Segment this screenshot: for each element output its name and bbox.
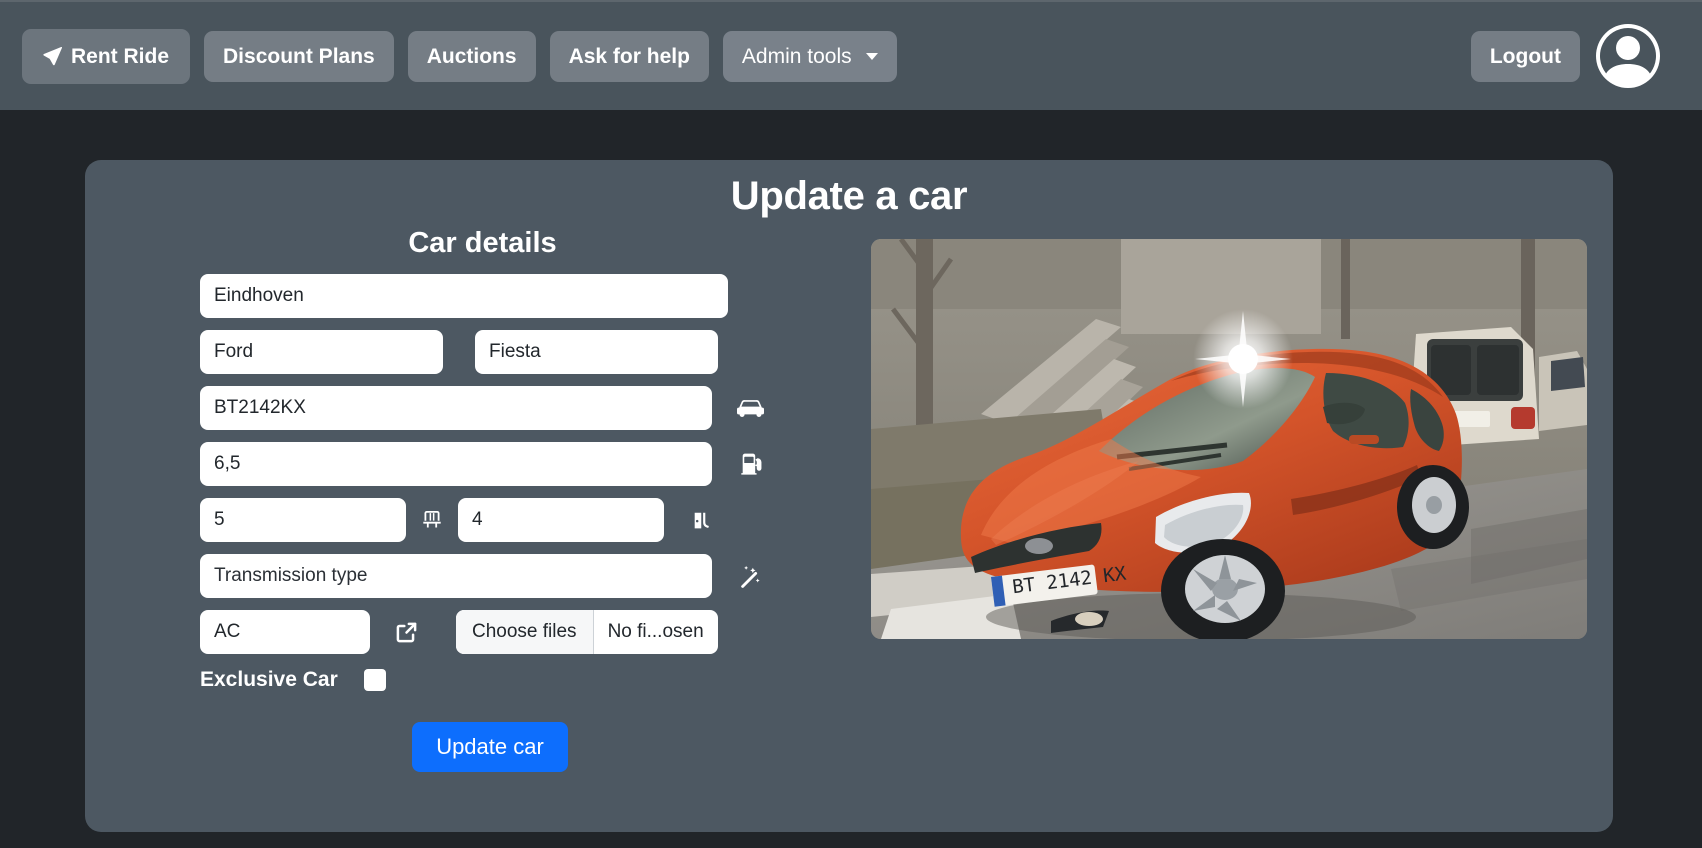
choose-files-button[interactable]: Choose files <box>456 610 594 654</box>
exclusive-car-label: Exclusive Car <box>200 668 338 691</box>
file-status-label: No fi...osen <box>607 621 704 642</box>
plate-row <box>200 386 865 430</box>
make-input[interactable] <box>200 330 443 374</box>
seats-input[interactable] <box>200 498 406 542</box>
nav-admin-tools-label: Admin tools <box>741 44 852 68</box>
fuel-consumption-row <box>200 442 865 486</box>
nav-ask-for-help-button[interactable]: Ask for help <box>549 30 709 82</box>
transmission-input[interactable] <box>200 554 712 598</box>
nav-ask-for-help-label: Ask for help <box>568 44 690 68</box>
car-photo: BT 2142 KX <box>871 239 1587 639</box>
file-upload-control[interactable]: Choose files No fi...osen <box>456 610 718 654</box>
nav-rent-ride-label: Rent Ride <box>71 44 170 68</box>
ac-file-row: Choose files No fi...osen <box>200 610 865 654</box>
logout-label: Logout <box>1489 44 1561 68</box>
car-door-icon <box>680 508 724 533</box>
seat-icon <box>406 508 458 532</box>
nav-auctions-label: Auctions <box>426 44 517 68</box>
model-input[interactable] <box>475 330 718 374</box>
submit-row: Update car <box>200 722 865 772</box>
paper-plane-icon <box>43 46 62 66</box>
car-details-form: Car details Eindhoven Ford Fiesta BT2142… <box>105 219 865 772</box>
make-model-row <box>200 330 865 374</box>
page-title: Update a car <box>730 174 968 218</box>
fuel-pump-icon <box>728 452 772 477</box>
magic-wand-icon <box>728 564 772 589</box>
section-title: Car details <box>408 227 557 259</box>
exclusive-car-row: Exclusive Car <box>200 668 865 692</box>
car-icon <box>728 395 772 422</box>
update-car-card: Update a car Car details Eindhoven Ford … <box>85 160 1613 832</box>
fuel-consumption-input[interactable] <box>200 442 712 486</box>
nav-discount-plans-label: Discount Plans <box>223 44 375 68</box>
ac-input[interactable] <box>200 610 370 654</box>
exclusive-car-checkbox[interactable] <box>363 669 386 691</box>
location-input[interactable] <box>200 274 728 318</box>
nav-rent-ride-button[interactable]: Rent Ride <box>22 28 191 84</box>
plate-input[interactable] <box>200 386 712 430</box>
logout-button[interactable]: Logout <box>1470 30 1580 82</box>
chevron-down-icon <box>865 52 878 60</box>
top-navbar: Rent Ride Discount Plans Auctions Ask fo… <box>0 0 1702 110</box>
navbar-right-group: Logout <box>1470 24 1680 88</box>
nav-admin-tools-dropdown[interactable]: Admin tools <box>722 30 897 82</box>
location-row <box>200 274 865 318</box>
seats-doors-row <box>200 498 865 542</box>
external-link-icon[interactable] <box>370 620 442 645</box>
user-circle-icon[interactable] <box>1596 24 1660 88</box>
nav-discount-plans-button[interactable]: Discount Plans <box>204 30 394 82</box>
transmission-row <box>200 554 865 598</box>
doors-input[interactable] <box>458 498 664 542</box>
navbar-left-group: Rent Ride Discount Plans Auctions Ask fo… <box>22 28 897 84</box>
card-body: Car details Eindhoven Ford Fiesta BT2142… <box>85 219 1613 772</box>
car-photo-column: BT 2142 KX <box>865 219 1593 772</box>
update-car-button[interactable]: Update car <box>412 722 568 772</box>
nav-auctions-button[interactable]: Auctions <box>407 30 536 82</box>
